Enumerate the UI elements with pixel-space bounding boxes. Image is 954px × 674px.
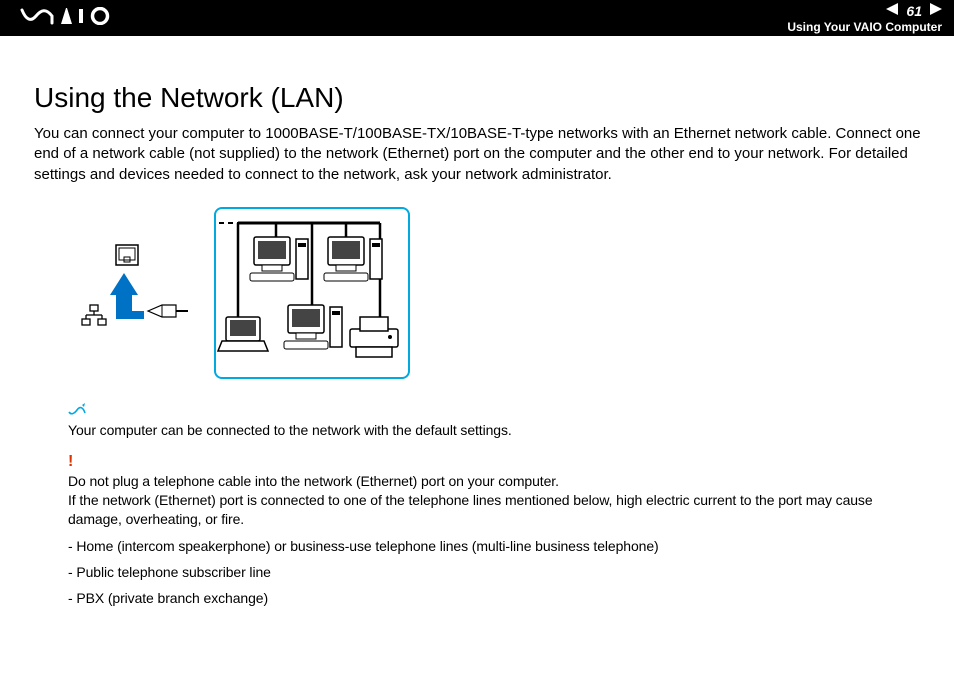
warning-bullets: - Home (intercom speakerphone) or busine… (68, 538, 924, 606)
note-text: Your computer can be connected to the ne… (68, 422, 924, 438)
page-title: Using the Network (LAN) (34, 82, 924, 114)
network-diagram (76, 207, 924, 379)
warning-icon: ! (68, 454, 924, 470)
vaio-logo (16, 7, 126, 30)
note-block: Your computer can be connected to the ne… (68, 403, 924, 438)
header-nav: 61 Using Your VAIO Computer (787, 3, 942, 33)
warning-line-2: If the network (Ethernet) port is connec… (68, 491, 924, 529)
list-item: - PBX (private branch exchange) (68, 590, 924, 606)
warning-line-1: Do not plug a telephone cable into the n… (68, 472, 924, 491)
intro-paragraph: You can connect your computer to 1000BAS… (34, 124, 924, 185)
ethernet-port-illustration (76, 243, 196, 343)
nav-next-icon[interactable] (928, 3, 942, 19)
list-item: - Public telephone subscriber line (68, 564, 924, 580)
arrow-icon (110, 273, 144, 319)
header-bar: 61 Using Your VAIO Computer (0, 0, 954, 36)
warning-block: ! Do not plug a telephone cable into the… (68, 454, 924, 607)
section-label: Using Your VAIO Computer (787, 21, 942, 33)
note-icon (68, 403, 924, 420)
list-item: - Home (intercom speakerphone) or busine… (68, 538, 924, 554)
lan-topology-illustration (214, 207, 410, 379)
nav-prev-icon[interactable] (886, 3, 900, 19)
page-number: 61 (906, 4, 922, 18)
page-content: Using the Network (LAN) You can connect … (0, 36, 954, 606)
